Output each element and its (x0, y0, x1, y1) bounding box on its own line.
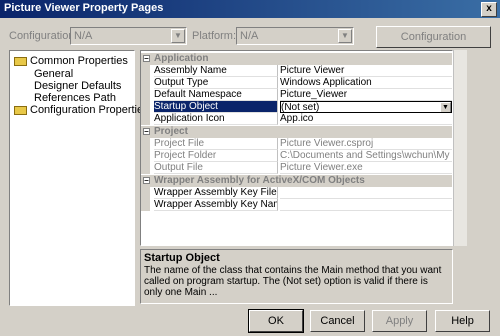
property-row-selected[interactable]: Startup Object (Not set) ▼ (141, 101, 452, 113)
collapse-icon[interactable]: – (143, 128, 150, 136)
collapse-icon[interactable]: – (143, 177, 150, 185)
property-name: Output Type (154, 77, 278, 89)
property-value: Picture Viewer.csproj (280, 138, 452, 150)
chevron-down-icon: ▼ (338, 29, 352, 43)
tree-item-label: General (34, 68, 74, 80)
property-row[interactable]: Wrapper Assembly Key File (141, 187, 452, 199)
category-project[interactable]: – Project (141, 126, 452, 138)
configuration-value: N/A (74, 30, 93, 42)
property-name: Default Namespace (154, 89, 278, 101)
property-name: Application Icon (154, 113, 278, 125)
window-title: Picture Viewer Property Pages (4, 2, 164, 14)
property-row[interactable]: Project File Picture Viewer.csproj (141, 138, 452, 150)
platform-label: Platform: (192, 30, 237, 42)
tree-item-label: Designer Defaults (34, 80, 122, 92)
property-value[interactable]: Windows Application (280, 77, 452, 89)
description-panel: Startup Object The name of the class tha… (140, 249, 453, 304)
property-row[interactable]: Project Folder C:\Documents and Settings… (141, 150, 452, 162)
property-name: Project Folder (154, 150, 278, 162)
folder-icon (14, 105, 27, 115)
close-button[interactable]: x (481, 2, 497, 17)
property-value-dropdown[interactable]: (Not set) ▼ (280, 101, 452, 113)
category-label: Application (154, 53, 209, 64)
description-title: Startup Object (144, 252, 220, 264)
property-name: Project File (154, 138, 278, 150)
platform-value: N/A (240, 30, 259, 42)
property-value: (Not set) (281, 102, 320, 113)
property-name: Wrapper Assembly Key Name (154, 199, 278, 211)
category-wrapper-assembly[interactable]: – Wrapper Assembly for ActiveX/COM Objec… (141, 175, 452, 187)
property-grid: – Application Assembly Name Picture View… (140, 50, 453, 246)
cancel-button[interactable]: Cancel (310, 310, 365, 332)
help-button[interactable]: Help (435, 310, 490, 332)
property-name: Assembly Name (154, 65, 278, 77)
property-name: Startup Object (154, 101, 278, 113)
tree-item-label: References Path (34, 92, 116, 104)
tree-item-general[interactable]: General (34, 68, 73, 80)
close-icon: x (486, 3, 492, 14)
property-value[interactable]: Picture_Viewer (280, 89, 452, 101)
property-row[interactable]: Default Namespace Picture_Viewer (141, 89, 452, 101)
platform-dropdown[interactable]: N/A ▼ (236, 27, 354, 45)
chevron-down-icon[interactable]: ▼ (440, 102, 451, 112)
property-row[interactable]: Application Icon App.ico (141, 113, 452, 125)
tree-item-references-path[interactable]: References Path (34, 92, 116, 104)
property-value[interactable]: Picture Viewer (280, 65, 452, 77)
property-value: Picture Viewer.exe (280, 162, 452, 174)
title-bar: Picture Viewer Property Pages x (0, 0, 500, 18)
chevron-down-icon: ▼ (171, 29, 185, 43)
configuration-manager-button[interactable]: Configuration Manager... (376, 26, 491, 63)
property-row[interactable]: Output Type Windows Application (141, 77, 452, 89)
tree-item-common-properties[interactable]: Common Properties (14, 55, 128, 67)
tree-item-label: Configuration Properties (30, 104, 149, 116)
category-application[interactable]: – Application (141, 53, 452, 65)
grid-scrollbar[interactable] (453, 50, 467, 246)
property-name: Output File (154, 162, 278, 174)
property-value[interactable]: App.ico (280, 113, 452, 125)
property-value[interactable] (280, 199, 452, 211)
apply-button[interactable]: Apply (372, 310, 427, 332)
property-row[interactable]: Wrapper Assembly Key Name (141, 199, 452, 211)
category-label: Project (154, 126, 188, 137)
ok-button[interactable]: OK (248, 309, 304, 333)
folder-open-icon (14, 56, 27, 66)
property-value[interactable] (280, 187, 452, 199)
property-value: C:\Documents and Settings\wchun\My Docum… (280, 150, 452, 162)
collapse-icon[interactable]: – (143, 55, 150, 63)
category-label: Wrapper Assembly for ActiveX/COM Objects (154, 175, 365, 186)
configuration-label: Configuration: (9, 30, 78, 42)
property-name: Wrapper Assembly Key File (154, 187, 278, 199)
description-body: The name of the class that contains the … (144, 265, 442, 298)
tree-item-designer-defaults[interactable]: Designer Defaults (34, 80, 121, 92)
tree-item-configuration-properties[interactable]: Configuration Properties (14, 104, 149, 116)
property-row[interactable]: Output File Picture Viewer.exe (141, 162, 452, 174)
property-row[interactable]: Assembly Name Picture Viewer (141, 65, 452, 77)
configuration-dropdown[interactable]: N/A ▼ (70, 27, 187, 45)
tree-item-label: Common Properties (30, 55, 128, 67)
property-tree: Common Properties General Designer Defau… (9, 50, 149, 306)
